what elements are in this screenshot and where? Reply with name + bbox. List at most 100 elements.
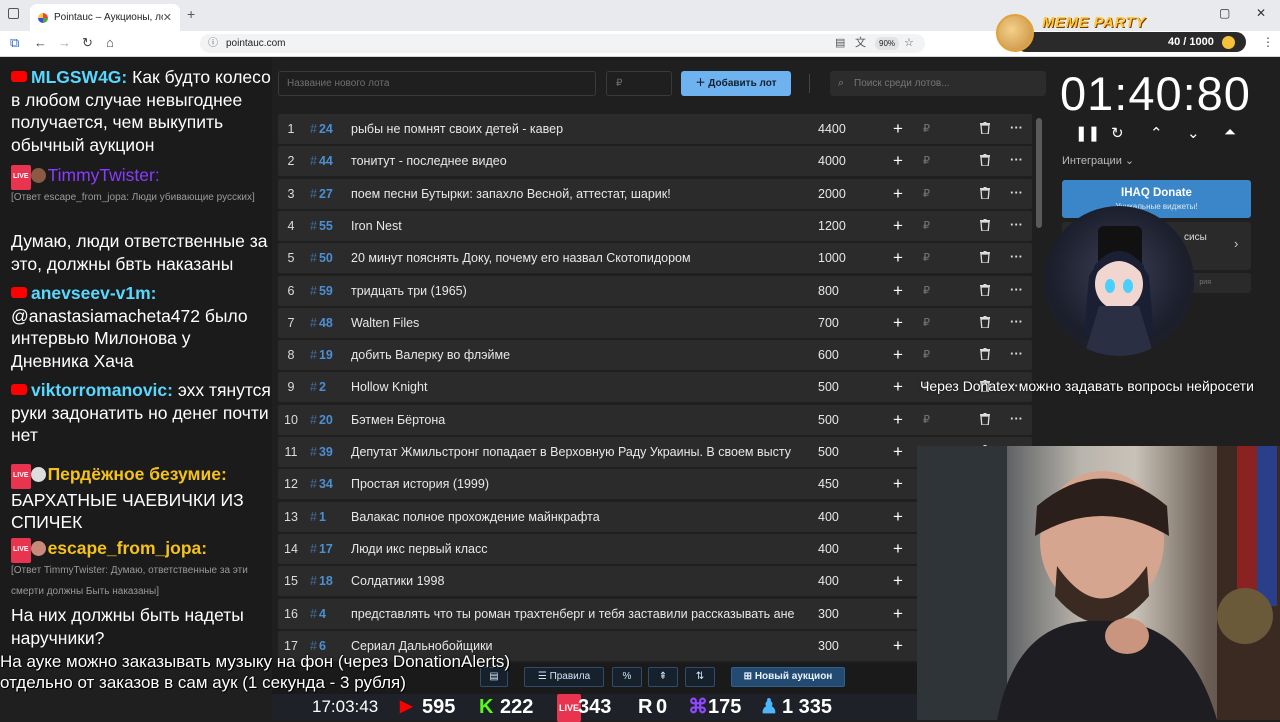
translate-icon[interactable]: 文 <box>855 34 866 53</box>
reader-mode-icon[interactable]: ▤ <box>835 34 845 53</box>
lot-row[interactable]: 4 #55 Iron Nest 1200 + ₽ ··· <box>278 210 1032 241</box>
back-icon[interactable]: ← <box>34 35 47 50</box>
lot-amount[interactable]: 500 <box>818 437 839 467</box>
new-lot-name-input[interactable]: Название нового лота <box>278 71 596 96</box>
lot-amount[interactable]: 500 <box>818 405 839 435</box>
lot-search-input[interactable]: ⌕ Поиск среди лотов... <box>830 71 1046 96</box>
add-amount-icon[interactable]: + <box>893 146 903 176</box>
delete-lot-icon[interactable] <box>980 348 990 361</box>
browser-tab[interactable]: Pointauc – Аукционы, лотереи ✕ <box>30 4 180 31</box>
add-amount-icon[interactable]: + <box>893 469 903 499</box>
lot-menu-icon[interactable]: ··· <box>1010 114 1023 142</box>
close-tab-icon[interactable]: ✕ <box>163 11 172 24</box>
lot-amount[interactable]: 300 <box>818 599 839 629</box>
add-amount-icon[interactable]: + <box>893 372 903 402</box>
percent-button[interactable]: % <box>612 667 642 687</box>
lot-row[interactable]: 6 #59 тридцать три (1965) 800 + ₽ ··· <box>278 275 1032 306</box>
delete-lot-icon[interactable] <box>980 218 990 231</box>
lot-amount[interactable]: 700 <box>818 308 839 338</box>
double-up-icon[interactable]: ⏶ <box>1224 124 1236 141</box>
pause-icon[interactable]: ❚❚ <box>1075 124 1100 142</box>
lot-name[interactable]: Бэтмен Бёртона <box>351 405 803 435</box>
tab-actions-icon[interactable] <box>8 8 19 19</box>
lot-row[interactable]: 7 #48 Walten Files 700 + ₽ ··· <box>278 307 1032 338</box>
add-time-icon[interactable]: ⌃ <box>1150 124 1163 142</box>
forward-icon[interactable]: → <box>58 35 71 50</box>
new-lot-price-input[interactable]: ₽ <box>606 71 672 96</box>
delete-lot-icon[interactable] <box>980 186 990 199</box>
lot-menu-icon[interactable]: ··· <box>1010 179 1023 207</box>
lot-row[interactable]: 3 #27 поем песни Бутырки: запахло Весной, … <box>278 178 1032 209</box>
lot-row[interactable]: 1 #24 рыбы не помнят своих детей - кавер 44… <box>278 114 1032 144</box>
new-auction-button[interactable]: ⊞ Новый аукцион <box>731 667 845 687</box>
home-icon[interactable]: ⌂ <box>106 35 114 50</box>
add-amount-icon[interactable]: + <box>893 534 903 564</box>
lot-menu-icon[interactable]: ··· <box>1010 405 1023 433</box>
lot-name[interactable]: тридцать три (1965) <box>351 276 803 306</box>
lot-row[interactable]: 10 #20 Бэтмен Бёртона 500 + ₽ ··· <box>278 404 1032 435</box>
lot-amount[interactable]: 4400 <box>818 114 846 144</box>
subtract-time-icon[interactable]: ⌄ <box>1187 124 1200 142</box>
site-info-icon[interactable]: ⓘ <box>208 34 218 53</box>
lot-amount[interactable]: 450 <box>818 469 839 499</box>
reset-timer-icon[interactable]: ↻ <box>1111 124 1124 142</box>
lot-menu-icon[interactable]: ··· <box>1010 276 1023 304</box>
add-amount-icon[interactable]: + <box>893 308 903 338</box>
lot-amount[interactable]: 4000 <box>818 146 846 176</box>
delete-lot-icon[interactable] <box>980 122 990 134</box>
zoom-level[interactable]: 90% <box>875 37 900 50</box>
add-amount-icon[interactable]: + <box>893 437 903 467</box>
lot-menu-icon[interactable]: ··· <box>1010 308 1023 336</box>
add-amount-icon[interactable]: + <box>893 340 903 370</box>
lot-amount[interactable]: 800 <box>818 276 839 306</box>
lot-name[interactable]: Iron Nest <box>351 211 803 241</box>
lot-row[interactable]: 9 #2 Hollow Knight 500 + ₽ ··· <box>278 372 1032 403</box>
sidebar-toggle-icon[interactable]: ⧉ <box>10 35 19 51</box>
add-amount-icon[interactable]: + <box>893 179 903 209</box>
lot-name[interactable]: Солдатики 1998 <box>351 566 803 596</box>
lot-amount[interactable]: 600 <box>818 340 839 370</box>
lot-amount[interactable]: 1000 <box>818 243 846 273</box>
new-tab-icon[interactable]: + <box>187 6 195 22</box>
add-amount-icon[interactable]: + <box>893 599 903 629</box>
lot-name[interactable]: Простая история (1999) <box>351 469 803 499</box>
url-field[interactable]: ⓘ pointauc.com ▤ 文 90% ☆ <box>200 34 925 53</box>
integrations-dropdown[interactable]: Интеграции ⌄ <box>1062 154 1134 167</box>
lot-list-scrollbar[interactable] <box>1036 118 1042 228</box>
lot-amount[interactable]: 400 <box>818 534 839 564</box>
lot-amount[interactable]: 2000 <box>818 179 846 209</box>
delete-lot-icon[interactable] <box>980 412 990 425</box>
lot-menu-icon[interactable]: ··· <box>1010 211 1023 239</box>
browser-menu-icon[interactable]: ⋮ <box>1262 35 1274 49</box>
add-amount-icon[interactable]: + <box>893 243 903 273</box>
add-amount-icon[interactable]: + <box>893 114 903 144</box>
reload-icon[interactable]: ↻ <box>82 35 93 51</box>
delete-lot-icon[interactable] <box>980 154 990 167</box>
lot-name[interactable]: Люди икс первый класс <box>351 534 803 564</box>
lot-amount[interactable]: 1200 <box>818 211 846 241</box>
add-amount-icon[interactable]: + <box>893 566 903 596</box>
add-amount-icon[interactable]: + <box>893 276 903 306</box>
lot-name[interactable]: тонитут - последнее видео <box>351 146 803 176</box>
rules-button[interactable]: ☰ Правила <box>524 667 604 687</box>
lot-name[interactable]: представлять что ты роман трахтенберг и … <box>351 599 803 629</box>
lot-name[interactable]: поем песни Бутырки: запахло Весной, атте… <box>351 179 803 209</box>
lot-amount[interactable]: 400 <box>818 502 839 532</box>
delete-lot-icon[interactable] <box>980 251 990 264</box>
add-lot-button[interactable]: ＋ Добавить лот <box>681 71 791 96</box>
lot-menu-icon[interactable]: ··· <box>1010 243 1023 271</box>
delete-lot-icon[interactable] <box>980 315 990 328</box>
close-window-icon[interactable]: ✕ <box>1256 6 1266 20</box>
bookmark-star-icon[interactable]: ☆ <box>904 34 914 53</box>
lot-name[interactable]: рыбы не помнят своих детей - кавер <box>351 114 803 144</box>
lot-name[interactable]: добить Валерку во флэйме <box>351 340 803 370</box>
lot-row[interactable]: 5 #50 20 минут пояснять Доку, почему его н… <box>278 243 1032 274</box>
lot-menu-icon[interactable]: ··· <box>1010 146 1023 174</box>
add-amount-icon[interactable]: + <box>893 405 903 435</box>
lot-name[interactable]: Депутат Жмильстронг попадает в Верховную… <box>351 437 803 467</box>
lot-row[interactable]: 8 #19 добить Валерку во флэйме 600 + ₽ ··· <box>278 340 1032 371</box>
lot-amount[interactable]: 500 <box>818 372 839 402</box>
delete-lot-icon[interactable] <box>980 283 990 296</box>
lot-amount[interactable]: 400 <box>818 566 839 596</box>
split-button[interactable]: ⇞ <box>648 667 678 687</box>
